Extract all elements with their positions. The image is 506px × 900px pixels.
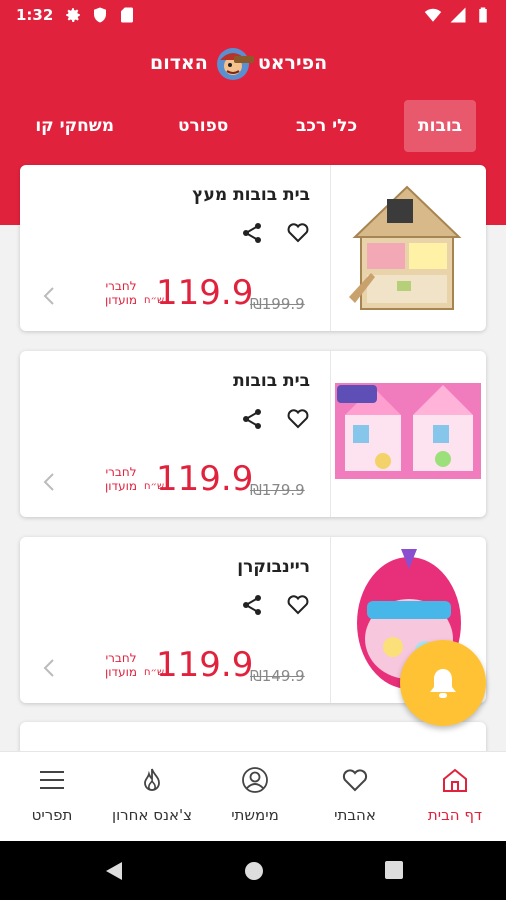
heart-icon[interactable]	[286, 593, 310, 617]
shield-icon	[94, 7, 106, 23]
product-card[interactable]: בית בובות לחברי מועדון ש״ח 119.9 ₪179.9	[20, 351, 486, 517]
price-row: לחברי מועדון ש״ח 119.9 ₪149.9	[42, 643, 342, 693]
back-icon[interactable]	[104, 860, 124, 882]
club-price: 119.9	[156, 273, 254, 313]
signal-icon	[450, 7, 466, 23]
home-icon	[443, 768, 467, 792]
dollhouse-image	[349, 185, 462, 310]
tab-sports[interactable]: ספורט	[178, 100, 228, 152]
notifications-button[interactable]	[400, 640, 486, 726]
product-title[interactable]: בית בובות מעץ	[192, 185, 310, 205]
status-bar: 1:32	[0, 0, 506, 30]
nav-redeemed[interactable]: מימשתי	[205, 752, 305, 842]
nav-label: דף הבית	[427, 806, 483, 824]
nav-home[interactable]: דף הבית	[405, 752, 505, 842]
share-icon[interactable]	[240, 593, 264, 617]
dollhouse-playset-image	[335, 383, 481, 479]
recents-icon[interactable]	[384, 860, 404, 880]
heart-icon[interactable]	[286, 407, 310, 431]
menu-icon	[40, 771, 64, 789]
nav-liked[interactable]: אהבתי	[305, 752, 405, 842]
share-icon[interactable]	[240, 407, 264, 431]
nav-last-chance[interactable]: צ'אנס אחרון	[102, 752, 202, 842]
club-label: לחברי מועדון	[104, 651, 138, 679]
nav-label: צ'אנס אחרון	[111, 806, 193, 824]
product-title[interactable]: ריינבוקרן	[237, 557, 310, 577]
original-price: ₪179.9	[250, 481, 305, 499]
chevron-left-icon[interactable]	[42, 471, 56, 493]
club-price: 119.9	[156, 645, 254, 685]
app-logo[interactable]: האדום הפיראט	[150, 38, 327, 88]
product-image[interactable]	[330, 351, 486, 517]
nav-label: אהבתי	[334, 806, 376, 824]
original-price: ₪149.9	[250, 667, 305, 685]
bell-icon	[430, 669, 456, 698]
status-time: 1:32	[16, 6, 54, 24]
club-price: 119.9	[156, 459, 254, 499]
tab-games[interactable]: משחקי קו	[22, 100, 114, 152]
logo-text-left: האדום	[150, 52, 208, 74]
product-title[interactable]: בית בובות	[233, 371, 310, 391]
product-card[interactable]: בית בובות מעץ לחברי מועדון ש״ח 119.9 ₪19…	[20, 165, 486, 331]
nav-menu[interactable]: תפריט	[2, 752, 102, 842]
sd-card-icon	[121, 7, 133, 23]
nav-label: מימשתי	[231, 806, 279, 824]
home-circle-icon[interactable]	[243, 860, 265, 882]
tab-vehicles[interactable]: כלי רכב	[296, 100, 357, 152]
app-header: האדום הפיראט	[0, 30, 506, 100]
logo-text-right: הפיראט	[257, 52, 328, 74]
share-icon[interactable]	[240, 221, 264, 245]
battery-icon	[479, 7, 487, 23]
club-label: לחברי מועדון	[104, 279, 138, 307]
tab-dolls[interactable]: בובות	[404, 100, 477, 152]
heart-icon[interactable]	[286, 221, 310, 245]
pirate-mascot-icon	[216, 48, 254, 80]
product-image[interactable]	[330, 165, 486, 331]
club-label: לחברי מועדון	[104, 465, 138, 493]
chevron-left-icon[interactable]	[42, 657, 56, 679]
original-price: ₪199.9	[250, 295, 305, 313]
chevron-left-icon[interactable]	[42, 285, 56, 307]
wifi-icon	[424, 8, 442, 22]
settings-icon	[66, 8, 80, 22]
nav-label: תפריט	[31, 806, 73, 824]
user-icon	[242, 767, 268, 793]
system-navigation-bar	[0, 841, 506, 900]
price-row: לחברי מועדון ש״ח 119.9 ₪179.9	[42, 457, 342, 507]
bottom-navigation: דף הבית אהבתי מימשתי צ'אנס אחרון תפריט	[0, 751, 506, 841]
category-tabs: בובות כלי רכב ספורט משחקי קו	[0, 100, 506, 160]
price-row: לחברי מועדון ש״ח 119.9 ₪199.9	[42, 271, 342, 321]
flame-icon	[144, 768, 160, 791]
heart-icon	[342, 769, 368, 792]
